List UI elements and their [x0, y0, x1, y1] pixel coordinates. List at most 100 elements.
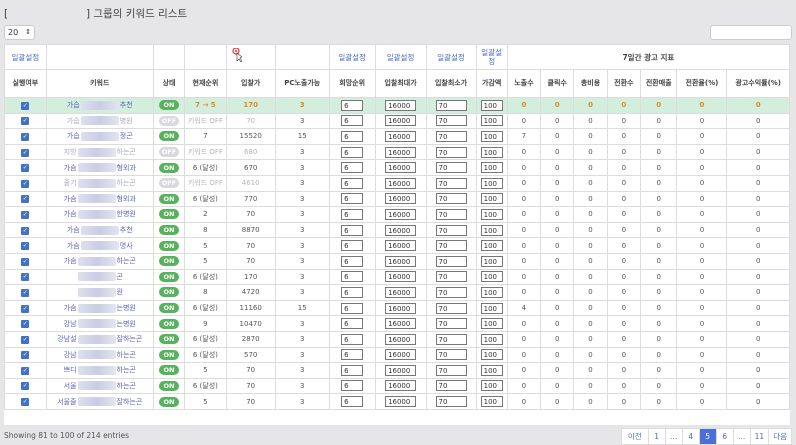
- delta-input[interactable]: 100: [480, 286, 503, 298]
- bulk-setting-link[interactable]: 일괄설정: [4, 44, 47, 70]
- delta-input[interactable]: 100: [480, 224, 503, 236]
- max-bid-input[interactable]: 16000: [385, 349, 417, 361]
- run-checkbox[interactable]: ✓: [21, 320, 30, 329]
- delta-input[interactable]: 100: [480, 380, 503, 392]
- min-bid-input[interactable]: 70: [435, 224, 467, 236]
- page-button[interactable]: 4: [681, 429, 699, 444]
- run-checkbox[interactable]: ✓: [21, 288, 30, 297]
- status-toggle[interactable]: ON: [158, 162, 179, 173]
- page-button[interactable]: 1: [647, 429, 665, 444]
- max-bid-input[interactable]: 16000: [385, 364, 417, 376]
- status-toggle[interactable]: ON: [158, 334, 179, 345]
- status-toggle[interactable]: OFF: [158, 178, 179, 189]
- min-bid-input[interactable]: 70: [435, 302, 467, 314]
- min-bid-input[interactable]: 70: [435, 333, 467, 345]
- target-rank-input[interactable]: 6: [341, 349, 364, 361]
- max-bid-input[interactable]: 16000: [385, 224, 417, 236]
- keyword-cell[interactable]: 서울 하는곤: [45, 377, 154, 395]
- run-checkbox[interactable]: ✓: [21, 304, 30, 313]
- max-bid-input[interactable]: 16000: [385, 193, 417, 205]
- status-toggle[interactable]: ON: [158, 209, 179, 220]
- target-rank-input[interactable]: 6: [341, 271, 364, 283]
- keyword-cell[interactable]: 지방 하는곤: [45, 143, 154, 161]
- min-bid-input[interactable]: 70: [435, 193, 467, 205]
- run-checkbox[interactable]: ✓: [21, 382, 30, 391]
- min-bid-input[interactable]: 70: [435, 177, 467, 189]
- max-bid-input[interactable]: 16000: [385, 146, 417, 158]
- max-bid-input[interactable]: 16000: [385, 255, 417, 267]
- target-rank-input[interactable]: 6: [341, 396, 364, 408]
- search-input[interactable]: [710, 25, 792, 40]
- status-toggle[interactable]: ON: [158, 318, 179, 329]
- status-toggle[interactable]: ON: [158, 380, 179, 391]
- run-checkbox[interactable]: ✓: [21, 210, 30, 219]
- keyword-cell[interactable]: 가습 병원: [45, 112, 154, 130]
- delta-input[interactable]: 100: [480, 162, 503, 174]
- max-bid-input[interactable]: 16000: [385, 177, 417, 189]
- status-toggle[interactable]: OFF: [158, 147, 179, 158]
- keyword-cell[interactable]: 줄기 하는곤: [45, 174, 154, 192]
- run-checkbox[interactable]: ✓: [21, 148, 30, 157]
- min-bid-input[interactable]: 70: [435, 380, 467, 392]
- target-rank-input[interactable]: 6: [341, 302, 364, 314]
- delta-input[interactable]: 100: [480, 240, 503, 252]
- target-rank-input[interactable]: 6: [341, 240, 364, 252]
- status-toggle[interactable]: ON: [158, 256, 179, 267]
- run-checkbox[interactable]: ✓: [21, 132, 30, 141]
- delta-input[interactable]: 100: [480, 271, 503, 283]
- status-toggle[interactable]: ON: [158, 193, 179, 204]
- target-rank-input[interactable]: 6: [341, 146, 364, 158]
- bulk-setting-link[interactable]: 일괄설정: [328, 44, 376, 70]
- target-rank-input[interactable]: 6: [341, 162, 364, 174]
- status-toggle[interactable]: ON: [158, 365, 179, 376]
- keyword-cell[interactable]: 강남설 잘하는곤: [45, 330, 154, 348]
- keyword-cell[interactable]: 강남 는병원: [45, 315, 154, 332]
- status-toggle[interactable]: ON: [158, 131, 179, 142]
- run-checkbox[interactable]: ✓: [21, 164, 30, 173]
- max-bid-input[interactable]: 16000: [385, 130, 417, 142]
- max-bid-input[interactable]: 16000: [385, 286, 417, 298]
- run-checkbox[interactable]: ✓: [21, 242, 30, 251]
- max-bid-input[interactable]: 16000: [385, 240, 417, 252]
- min-bid-input[interactable]: 70: [435, 255, 467, 267]
- keyword-cell[interactable]: 가습 정곤: [45, 128, 154, 145]
- target-rank-input[interactable]: 6: [341, 193, 364, 205]
- delta-input[interactable]: 100: [480, 193, 503, 205]
- min-bid-input[interactable]: 70: [435, 271, 467, 283]
- keyword-cell[interactable]: 가습 추천: [45, 97, 154, 114]
- run-checkbox[interactable]: ✓: [21, 195, 30, 204]
- run-checkbox[interactable]: ✓: [21, 257, 30, 266]
- keyword-cell[interactable]: 원: [45, 284, 154, 301]
- min-bid-input[interactable]: 70: [435, 349, 467, 361]
- delta-input[interactable]: 100: [480, 302, 503, 314]
- max-bid-input[interactable]: 16000: [385, 396, 417, 408]
- target-rank-input[interactable]: 6: [341, 208, 364, 220]
- delta-input[interactable]: 100: [480, 146, 503, 158]
- run-checkbox[interactable]: ✓: [21, 351, 30, 360]
- run-checkbox[interactable]: ✓: [21, 273, 30, 282]
- min-bid-input[interactable]: 70: [435, 162, 467, 174]
- delta-input[interactable]: 100: [480, 177, 503, 189]
- delta-input[interactable]: 100: [480, 115, 503, 127]
- target-rank-input[interactable]: 6: [341, 364, 364, 376]
- page-button[interactable]: 5: [698, 429, 716, 444]
- run-checkbox[interactable]: ✓: [21, 226, 30, 235]
- status-toggle[interactable]: ON: [158, 225, 179, 236]
- run-checkbox[interactable]: ✓: [21, 366, 30, 375]
- delta-input[interactable]: 100: [480, 349, 503, 361]
- status-toggle[interactable]: OFF: [158, 115, 179, 126]
- min-bid-input[interactable]: 70: [435, 286, 467, 298]
- max-bid-input[interactable]: 16000: [385, 162, 417, 174]
- target-rank-input[interactable]: 6: [341, 333, 364, 345]
- min-bid-input[interactable]: 70: [435, 318, 467, 330]
- run-checkbox[interactable]: ✓: [21, 398, 30, 407]
- target-rank-input[interactable]: 6: [341, 224, 364, 236]
- status-toggle[interactable]: ON: [158, 100, 179, 111]
- delta-input[interactable]: 100: [480, 130, 503, 142]
- max-bid-input[interactable]: 16000: [385, 208, 417, 220]
- bulk-setting-link[interactable]: 일괄설정: [374, 44, 427, 70]
- min-bid-input[interactable]: 70: [435, 396, 467, 408]
- min-bid-input[interactable]: 70: [435, 364, 467, 376]
- keyword-cell[interactable]: 강남 하는곤: [45, 346, 154, 364]
- keyword-cell[interactable]: 서울줄 잘하는곤: [45, 393, 154, 410]
